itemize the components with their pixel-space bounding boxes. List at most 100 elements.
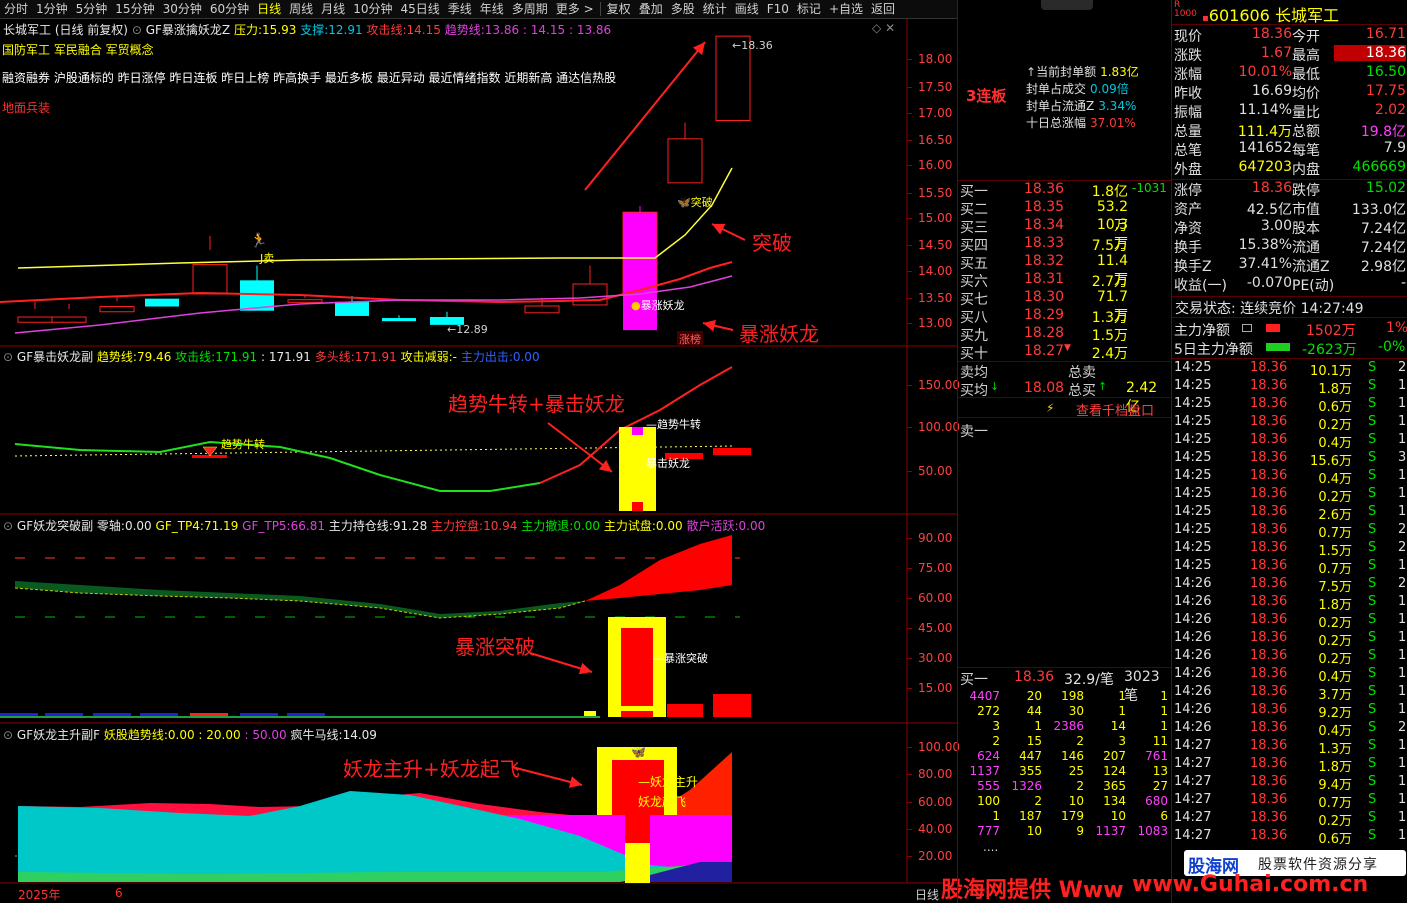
- limit-streak: 3连板: [966, 87, 1007, 105]
- settings-icon[interactable]: ⊙: [3, 519, 13, 533]
- main-net-row: 主力净额 1502万 1%: [1174, 320, 1407, 339]
- bid-row[interactable]: 买八 18.29 1.3万: [960, 307, 1170, 326]
- queue-row: 555 1326 2 365 27: [977, 779, 1168, 793]
- y-axis-tick: 15.00: [918, 681, 953, 695]
- y-axis-tick: 100.00: [918, 420, 960, 434]
- settings-icon[interactable]: ⊙: [132, 23, 142, 37]
- close-icon[interactable]: ✕: [885, 21, 895, 35]
- bid-row[interactable]: 买二 18.35 53.2万: [960, 199, 1170, 234]
- bid-row[interactable]: 买四 18.33 7.5万: [960, 235, 1170, 254]
- collapse-tab[interactable]: ⌃: [1041, 0, 1093, 10]
- y-axis-tick-mark: [907, 59, 912, 60]
- y-axis-tick: 60.00: [918, 795, 953, 809]
- trend-value: 0.00: [167, 728, 195, 742]
- panel2-header: ⊙ GF暴击妖龙副 趋势线:79.46 攻击线:171.91 : 171.91 …: [3, 348, 540, 365]
- y-axis-tick-mark: [907, 829, 912, 830]
- queue-row: 1137 355 25 124 13: [969, 764, 1168, 778]
- candle-body: [145, 298, 179, 307]
- bid-row[interactable]: 买九 18.28 1.5万: [960, 325, 1170, 344]
- quote-panel: R 1000 ▪601606 长城军工 现价 18.36 今开 16.71 涨跌 1.67 最…: [1132, 0, 1407, 903]
- dragon-signal: ●暴涨妖龙: [631, 299, 685, 312]
- y-axis-tick-mark: [907, 802, 912, 803]
- pressure-label: 压力:: [233, 23, 263, 37]
- tick-row: 14:25 18.36 0.6万 S 1: [1174, 396, 1407, 415]
- fundamental-row: 净资 3.00 股本 7.24亿: [1174, 218, 1406, 237]
- y-axis-tick-mark: [907, 218, 912, 219]
- quote-row: 涨跌 1.67 最高 18.36: [1174, 45, 1406, 64]
- panel2-drawing: [14, 366, 751, 511]
- retail-value: 0.00: [738, 519, 766, 533]
- divider: [1172, 296, 1407, 297]
- tp4-label: GF_TP4:: [155, 519, 204, 533]
- indicator-name[interactable]: GF暴击妖龙副: [17, 350, 93, 364]
- bid-row[interactable]: 买七 18.30 71.7万: [960, 289, 1170, 324]
- dragon-strike-signal: 暴击妖龙: [646, 457, 690, 470]
- bull-label: 疯牛马线:: [290, 728, 343, 742]
- tick-row: 14:25 18.36 0.2万 S 1: [1174, 486, 1407, 505]
- main-value: 0.00: [512, 350, 540, 364]
- y-axis-tick: 17.00: [918, 106, 953, 120]
- candle-body: [335, 301, 369, 316]
- main-label: 主力出击:: [460, 350, 513, 364]
- y-axis-tick-mark: [907, 193, 912, 194]
- y-axis-tick: 40.00: [918, 822, 953, 836]
- queue-row: 4407 20 198 1 1: [969, 689, 1168, 703]
- y-axis-tick-mark: [907, 113, 912, 114]
- panel-controls[interactable]: ◇ ✕: [872, 21, 895, 35]
- small-square-icon: ▪: [1202, 13, 1209, 24]
- tick-row: 14:26 18.36 0.2万 S 1: [1174, 612, 1407, 631]
- bid-row[interactable]: 买一 18.36 1.8亿 -1031: [960, 181, 1170, 200]
- period-indicator[interactable]: 日线: [915, 886, 939, 903]
- indicator-name[interactable]: GF妖龙主升副F: [17, 728, 100, 742]
- pressure-value: 15.93: [262, 23, 297, 37]
- indicator-name[interactable]: GF妖龙突破副: [17, 519, 93, 533]
- arrow-dragon: [702, 319, 734, 332]
- y-axis-tick-mark: [907, 427, 912, 428]
- trade-state: 交易状态: 连续竞价 14:27:49: [1175, 301, 1364, 317]
- candle-body: [524, 305, 560, 314]
- y-axis-tick-mark: [907, 568, 912, 569]
- tick-row: 14:25 18.36 0.4万 S 1: [1174, 468, 1407, 487]
- settings-icon[interactable]: ⊙: [3, 350, 13, 364]
- diamond-icon[interactable]: ◇: [872, 21, 881, 35]
- bid-row[interactable]: 买六 18.31 2.7万: [960, 271, 1170, 290]
- y-axis-tick: 80.00: [918, 767, 953, 781]
- chevron-up-icon[interactable]: ⌃: [1061, 0, 1069, 7]
- quote-row: 现价 18.36 今开 16.71: [1174, 26, 1406, 45]
- y-axis-tick-mark: [907, 658, 912, 659]
- fundamental-row: 换手 15.38% 流通 7.24亿: [1174, 237, 1406, 256]
- annotation-break: 突破: [752, 231, 792, 255]
- tick-row: 14:25 18.36 15.6万 S 3: [1174, 450, 1407, 469]
- tick-row: 14:25 18.36 0.4万 S 1: [1174, 432, 1407, 451]
- settings-icon[interactable]: ⊙: [3, 728, 13, 742]
- quote-row: 外盘 647203 内盘 466669: [1174, 159, 1406, 178]
- order-book-panel: ⌃ 3连板 ↑当前封单额 1.83亿 封单占成交 0.09倍 封单占流通Z 3.34%…: [957, 0, 1172, 903]
- bid-row[interactable]: 买十 18.27 ▼ 2.4万: [960, 343, 1170, 362]
- tp5-value: 66.81: [290, 519, 325, 533]
- quote-row: 总量 111.4万 总额 19.8亿: [1174, 124, 1406, 140]
- arrow-break: [711, 223, 746, 241]
- hold-value: 91.28: [392, 519, 428, 533]
- tick-row: 14:26 18.36 1.8万 S 1: [1174, 594, 1407, 613]
- trend-label: 趋势线:: [444, 23, 485, 37]
- queue-more[interactable]: ....: [983, 840, 998, 854]
- indicator-name[interactable]: GF暴涨擒妖龙Z: [146, 23, 230, 37]
- sell-signal: J卖: [260, 252, 275, 265]
- exit-label: 主力撤退:: [521, 519, 574, 533]
- bid-row[interactable]: 买三 18.34 10.3万: [960, 217, 1170, 252]
- quote-row: 昨收 16.69 均价 17.75: [1174, 83, 1406, 102]
- queue-row: 3 1 2386 14 1: [992, 719, 1168, 733]
- candle-body: [667, 138, 703, 184]
- hold-label: 主力持仓线:: [328, 519, 393, 533]
- queue-row: 272 44 30 1 1: [977, 704, 1168, 718]
- tick-row: 14:25 18.36 0.7万 S 1: [1174, 558, 1407, 577]
- y-axis-tick: 60.00: [918, 591, 953, 605]
- bid-row[interactable]: 买五 18.32 11.4万: [960, 253, 1170, 288]
- annotation-surge-break: 暴涨突破: [455, 635, 535, 659]
- y-axis-tick: 14.50: [918, 238, 953, 252]
- y-axis-tick: 16.50: [918, 133, 953, 147]
- tick-row: 14:25 18.36 10.1万 S 2: [1174, 360, 1407, 379]
- low-price-label: ←12.89: [447, 323, 488, 336]
- chart-area[interactable]: 分时 1分钟 5分钟 15分钟 30分钟 60分钟 日线 周线 月线 10分钟 …: [0, 0, 1124, 903]
- tp4-value: 71.19: [203, 519, 239, 533]
